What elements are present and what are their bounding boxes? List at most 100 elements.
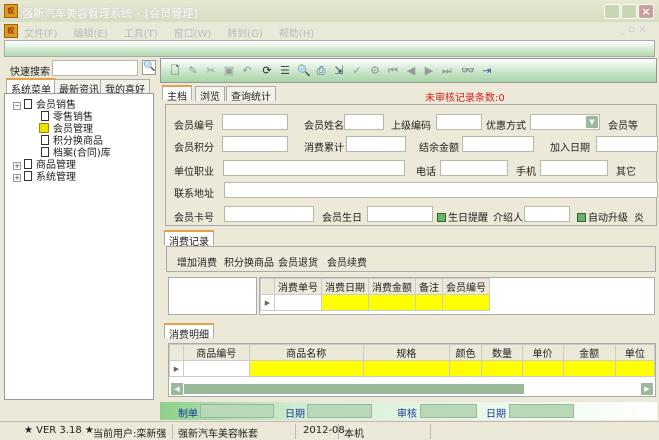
- quick-search-input[interactable]: [52, 60, 138, 76]
- quick-search-label: 快速搜索: [10, 67, 50, 78]
- menu-window[interactable]: 窗口(W): [174, 29, 212, 40]
- refresh-icon[interactable]: ⟳: [261, 65, 273, 77]
- tab-system-menu[interactable]: 系统菜单: [6, 78, 56, 96]
- birthday-input[interactable]: [367, 206, 433, 222]
- preview-icon[interactable]: 🔍: [297, 65, 311, 77]
- exit-icon[interactable]: ⇥: [481, 65, 493, 77]
- banner-strip: [4, 40, 655, 57]
- total-spend-input[interactable]: [346, 136, 406, 152]
- prev-record-icon[interactable]: ◀: [405, 65, 417, 77]
- col-header[interactable]: 商品名称: [248, 344, 364, 361]
- list-icon[interactable]: ☰: [279, 65, 291, 77]
- table-row[interactable]: ▶: [169, 360, 655, 377]
- referrer-input[interactable]: [524, 206, 570, 222]
- discount-select[interactable]: ▼: [530, 114, 600, 130]
- horizontal-scrollbar[interactable]: ◀ ▶: [171, 383, 653, 395]
- find-icon[interactable]: 👓: [461, 65, 475, 77]
- audit-icon[interactable]: ✓: [351, 65, 363, 77]
- col-header[interactable]: 单价: [521, 344, 564, 361]
- scroll-right-icon[interactable]: ▶: [641, 383, 653, 395]
- details-grid[interactable]: 商品编号 商品名称 规格 颜色 数量 单价 金额 单位 ▶ ◀ ▶: [168, 343, 656, 397]
- save-icon[interactable]: ▣: [223, 65, 235, 77]
- member-renew-button[interactable]: 会员续费: [327, 254, 367, 269]
- menu-tools[interactable]: 工具(T): [124, 29, 158, 40]
- maker-field[interactable]: [200, 404, 274, 418]
- menu-file[interactable]: 文件(F): [24, 29, 58, 40]
- member-name-input[interactable]: [344, 114, 384, 130]
- menu-edit[interactable]: 编辑(E): [74, 29, 108, 40]
- maker-label: 制单: [178, 409, 198, 420]
- settings-icon[interactable]: ⚙: [369, 65, 381, 77]
- parent-code-label: 上级编码: [391, 121, 431, 132]
- date2-label: 日期: [486, 409, 506, 420]
- member-return-button[interactable]: 会员退货: [278, 254, 318, 269]
- col-header[interactable]: 数量: [481, 344, 523, 361]
- reviewer-field[interactable]: [420, 404, 477, 418]
- auto-upgrade-checkbox[interactable]: 自动升级: [577, 209, 628, 224]
- next-record-icon[interactable]: ▶: [423, 65, 435, 77]
- birthday-remind-checkbox[interactable]: 生日提醒: [437, 209, 488, 224]
- balance-input[interactable]: [462, 136, 534, 152]
- tab-consumption-records[interactable]: 消费记录: [164, 230, 214, 248]
- add-consumption-button[interactable]: 增加消费: [177, 254, 217, 269]
- join-date-input[interactable]: [596, 136, 658, 152]
- card-no-input[interactable]: [224, 206, 314, 222]
- phone-input[interactable]: [440, 160, 508, 176]
- chevron-down-icon[interactable]: ▼: [586, 116, 598, 128]
- close-button[interactable]: ×: [638, 4, 654, 19]
- delete-icon[interactable]: ✂: [205, 65, 217, 77]
- search-icon[interactable]: 🔍: [142, 60, 156, 75]
- col-header[interactable]: 会员编号: [442, 278, 490, 295]
- level-label: 会员等: [608, 121, 638, 132]
- first-record-icon[interactable]: ⏮: [387, 65, 399, 77]
- col-header[interactable]: 消费金额: [368, 278, 416, 295]
- scrollbar-thumb[interactable]: [184, 384, 524, 394]
- tree-node-system-management[interactable]: + 系统管理: [13, 168, 76, 183]
- menu-help[interactable]: 帮助(H): [279, 29, 314, 40]
- maximize-button[interactable]: [621, 4, 637, 19]
- parent-code-input[interactable]: [436, 114, 482, 130]
- tab-query-stats[interactable]: 查询统计: [226, 86, 276, 103]
- tab-consumption-details[interactable]: 消费明细: [164, 323, 214, 341]
- new-icon[interactable]: 🗋: [169, 65, 181, 77]
- mdi-controls[interactable]: _ ▫ ×: [620, 24, 647, 35]
- points-input[interactable]: [222, 136, 288, 152]
- col-header[interactable]: 金额: [562, 344, 616, 361]
- date1-field[interactable]: [307, 404, 372, 418]
- employer-input[interactable]: [223, 160, 405, 176]
- table-row[interactable]: ▶: [260, 294, 490, 311]
- col-header[interactable]: 备注: [415, 278, 443, 295]
- col-header[interactable]: 商品编号: [182, 344, 250, 361]
- col-header[interactable]: 颜色: [448, 344, 483, 361]
- member-no-input[interactable]: [222, 114, 288, 130]
- tab-news[interactable]: 最新资讯: [54, 79, 104, 96]
- col-header[interactable]: 规格: [362, 344, 450, 361]
- minimize-button[interactable]: [604, 4, 620, 19]
- expand-icon[interactable]: +: [13, 174, 21, 182]
- date1-label: 日期: [285, 409, 305, 420]
- truncated-label: 炎: [634, 213, 644, 224]
- join-date-label: 加入日期: [550, 143, 590, 154]
- col-header[interactable]: 消费单号: [274, 278, 322, 295]
- points-exchange-button[interactable]: 积分换商品: [224, 254, 274, 269]
- last-record-icon[interactable]: ⏭: [441, 65, 453, 77]
- address-input[interactable]: [224, 182, 658, 198]
- date2-field[interactable]: [509, 404, 574, 418]
- col-header[interactable]: 消费日期: [321, 278, 369, 295]
- print-icon[interactable]: ⎙: [315, 65, 327, 77]
- col-header[interactable]: 单位: [614, 344, 655, 361]
- records-grid[interactable]: 消费单号 消费日期 消费金额 备注 会员编号 ▶: [259, 277, 655, 315]
- mobile-input[interactable]: [540, 160, 608, 176]
- tab-favorites[interactable]: 我的喜好: [100, 79, 150, 96]
- scroll-left-icon[interactable]: ◀: [171, 383, 183, 395]
- record-side-list[interactable]: [168, 277, 257, 315]
- edit-icon[interactable]: ✎: [187, 65, 199, 77]
- export-icon[interactable]: ⇲: [333, 65, 345, 77]
- collapse-icon[interactable]: −: [13, 102, 21, 110]
- referrer-label: 介绍人: [493, 213, 523, 224]
- tab-browse[interactable]: 浏览: [195, 86, 225, 103]
- tab-main[interactable]: 主档: [162, 85, 192, 103]
- status-bar: ★ VER 3.18 ★ 当前用户:栾新强 强新汽车美容帐套 2012-08 本…: [0, 421, 659, 440]
- menu-goto[interactable]: 转到(G): [227, 29, 263, 40]
- undo-icon[interactable]: ↶: [241, 65, 253, 77]
